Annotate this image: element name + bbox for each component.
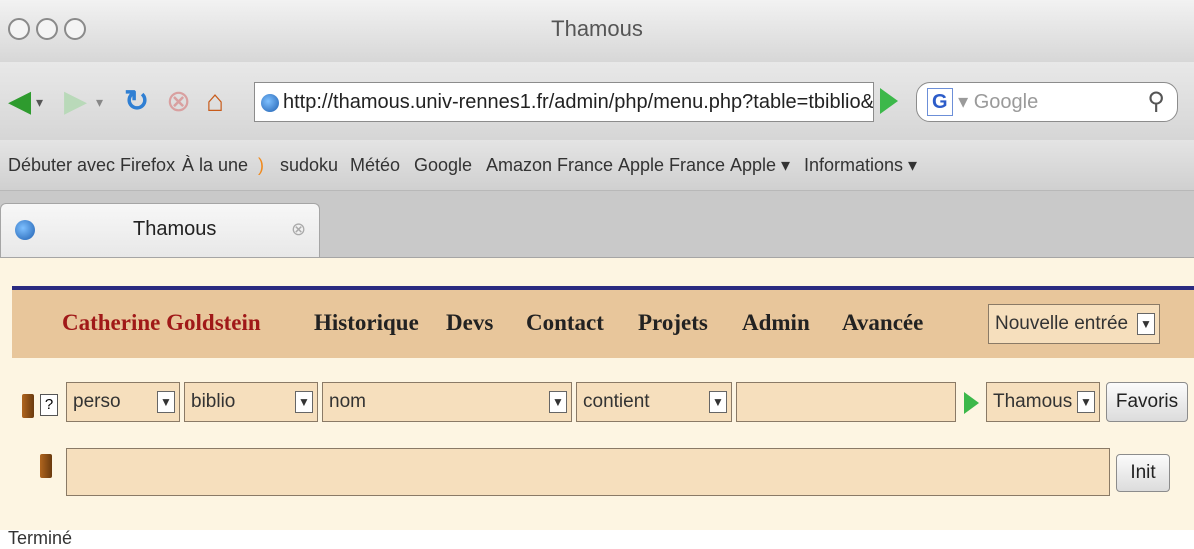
tab-globe-icon: [15, 220, 35, 240]
search-value-input[interactable]: [736, 382, 956, 422]
page-content: Catherine Goldstein Historique Devs Cont…: [0, 258, 1194, 530]
chevron-down-icon: ▼: [709, 391, 727, 413]
menu-devs[interactable]: Devs: [446, 310, 493, 336]
stop-icon[interactable]: ⊗: [166, 82, 191, 122]
site-globe-icon: [261, 93, 279, 112]
user-name-link[interactable]: Catherine Goldstein: [62, 310, 261, 336]
window-titlebar: Thamous: [0, 0, 1194, 63]
operator-select[interactable]: contient ▼: [576, 382, 732, 422]
reload-icon[interactable]: ↻: [124, 82, 149, 122]
scope-select[interactable]: perso ▼: [66, 382, 180, 422]
back-arrow-icon[interactable]: ◀: [8, 82, 31, 122]
search-placeholder: Google: [973, 91, 1039, 113]
search-icon[interactable]: ⚲: [1147, 83, 1165, 121]
tab-bar: Thamous ⊗: [0, 191, 1194, 258]
close-tab-icon[interactable]: ⊗: [291, 219, 306, 240]
book-icon[interactable]: [40, 454, 52, 478]
field-select[interactable]: nom ▼: [322, 382, 572, 422]
chevron-down-icon: ▼: [295, 391, 313, 413]
window-title: Thamous: [551, 16, 643, 41]
command-input[interactable]: [66, 448, 1110, 496]
chevron-down-icon: ▼: [157, 391, 175, 413]
new-entry-select[interactable]: Nouvelle entrée ▼: [988, 304, 1160, 344]
menu-avancee[interactable]: Avancée: [842, 310, 923, 336]
bookmark-item[interactable]: Google: [414, 155, 472, 176]
status-bar-text: Terminé: [8, 528, 73, 548]
tab-thamous[interactable]: Thamous ⊗: [0, 203, 320, 257]
help-button[interactable]: ?: [40, 394, 58, 416]
menu-historique[interactable]: Historique: [314, 310, 419, 336]
google-engine-icon[interactable]: G: [927, 88, 953, 116]
url-bar[interactable]: http://thamous.univ-rennes1.fr/admin/php…: [254, 82, 874, 122]
bookmark-item[interactable]: Météo: [350, 155, 400, 176]
navigation-toolbar: ◀ ▾ ▶ ▾ ↻ ⊗ ⌂ http://thamous.univ-rennes…: [0, 62, 1194, 140]
init-button[interactable]: Init: [1116, 454, 1170, 492]
forward-arrow-icon[interactable]: ▶: [64, 82, 87, 122]
search-field[interactable]: G ▾ Google ⚲: [916, 82, 1178, 122]
chevron-down-icon: ▼: [549, 391, 567, 413]
back-history-dropdown-icon[interactable]: ▾: [36, 82, 43, 122]
bookmark-folder[interactable]: Apple ▾: [730, 155, 790, 176]
bookmark-item[interactable]: Amazon France: [486, 155, 613, 176]
bookmarks-toolbar: Débuter avec Firefox À la une ) sudoku M…: [0, 140, 1194, 191]
menu-admin[interactable]: Admin: [742, 310, 810, 336]
bookmark-folder[interactable]: Informations ▾: [804, 155, 917, 176]
bookmark-item[interactable]: Débuter avec Firefox: [8, 155, 175, 176]
menu-projets[interactable]: Projets: [638, 310, 708, 336]
forward-history-dropdown-icon[interactable]: ▾: [96, 82, 103, 122]
favorites-button[interactable]: Favoris: [1106, 382, 1188, 422]
chevron-down-icon: ▼: [1137, 313, 1155, 335]
go-arrow-icon[interactable]: [880, 88, 898, 114]
tab-label: Thamous: [133, 218, 217, 240]
bookmark-item[interactable]: À la une: [182, 155, 248, 176]
url-text: http://thamous.univ-rennes1.fr/admin/php…: [283, 91, 874, 113]
site-menu-bar: Catherine Goldstein Historique Devs Cont…: [12, 286, 1194, 358]
bookmark-item[interactable]: Apple France: [618, 155, 725, 176]
home-icon[interactable]: ⌂: [206, 82, 224, 122]
run-query-icon[interactable]: [964, 392, 979, 414]
database-select[interactable]: Thamous ▼: [986, 382, 1100, 422]
table-select[interactable]: biblio ▼: [184, 382, 318, 422]
bookmark-item[interactable]: sudoku: [280, 155, 338, 176]
rss-icon: ): [258, 155, 264, 175]
book-icon[interactable]: [22, 394, 34, 418]
menu-contact[interactable]: Contact: [526, 310, 604, 336]
chevron-down-icon: ▼: [1077, 391, 1095, 413]
